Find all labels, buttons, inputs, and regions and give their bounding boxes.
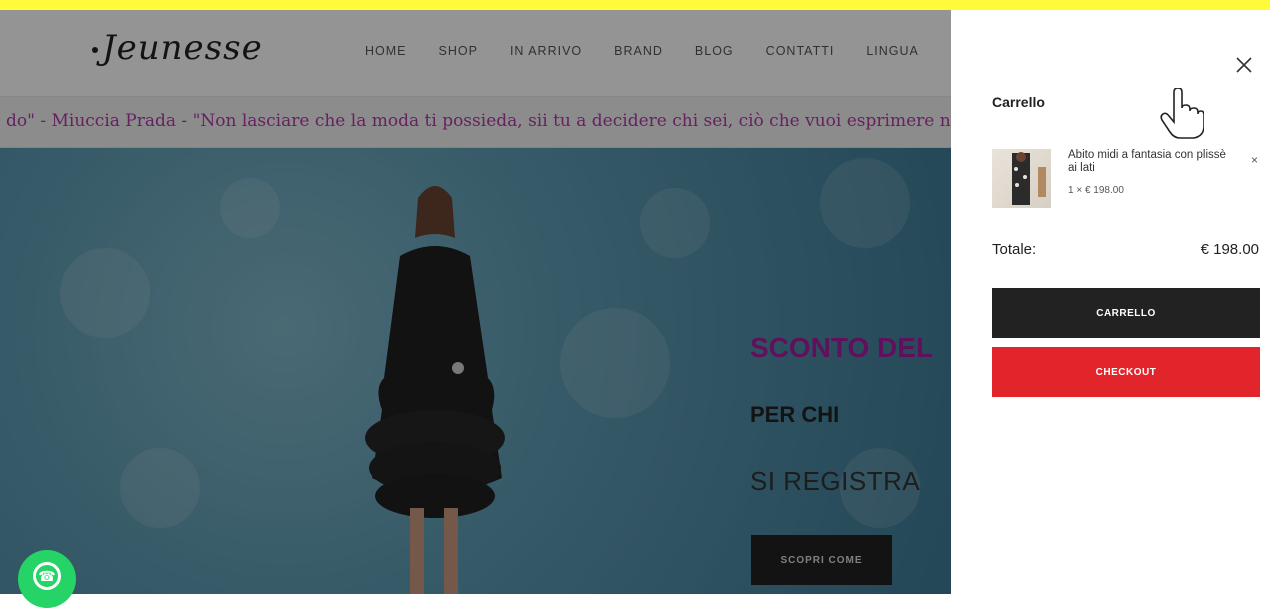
hand-pointer-icon (1160, 88, 1204, 139)
page-dim-overlay[interactable] (0, 10, 951, 594)
view-cart-button[interactable]: CARRELLO (992, 288, 1260, 338)
cart-drawer: Carrello Abito midi a fantasia con pliss… (951, 10, 1270, 594)
product-thumbnail[interactable] (992, 149, 1051, 208)
total-value: € 198.00 (1200, 241, 1259, 258)
total-label: Totale: (992, 241, 1037, 258)
whatsapp-button[interactable]: ☎ (18, 550, 76, 608)
cart-item-name[interactable]: Abito midi a fantasia con plissè ai lati (1068, 149, 1233, 175)
whatsapp-icon: ☎ (33, 562, 61, 590)
top-highlight-bar (0, 0, 1270, 10)
checkout-button[interactable]: CHECKOUT (992, 347, 1260, 397)
cart-item-qty-price: 1 × € 198.00 (1068, 185, 1124, 196)
remove-item-button[interactable]: × (1251, 153, 1258, 167)
cart-title: Carrello (992, 94, 1045, 110)
cart-item: Abito midi a fantasia con plissè ai lati… (992, 149, 1262, 211)
close-icon[interactable] (1233, 54, 1255, 76)
